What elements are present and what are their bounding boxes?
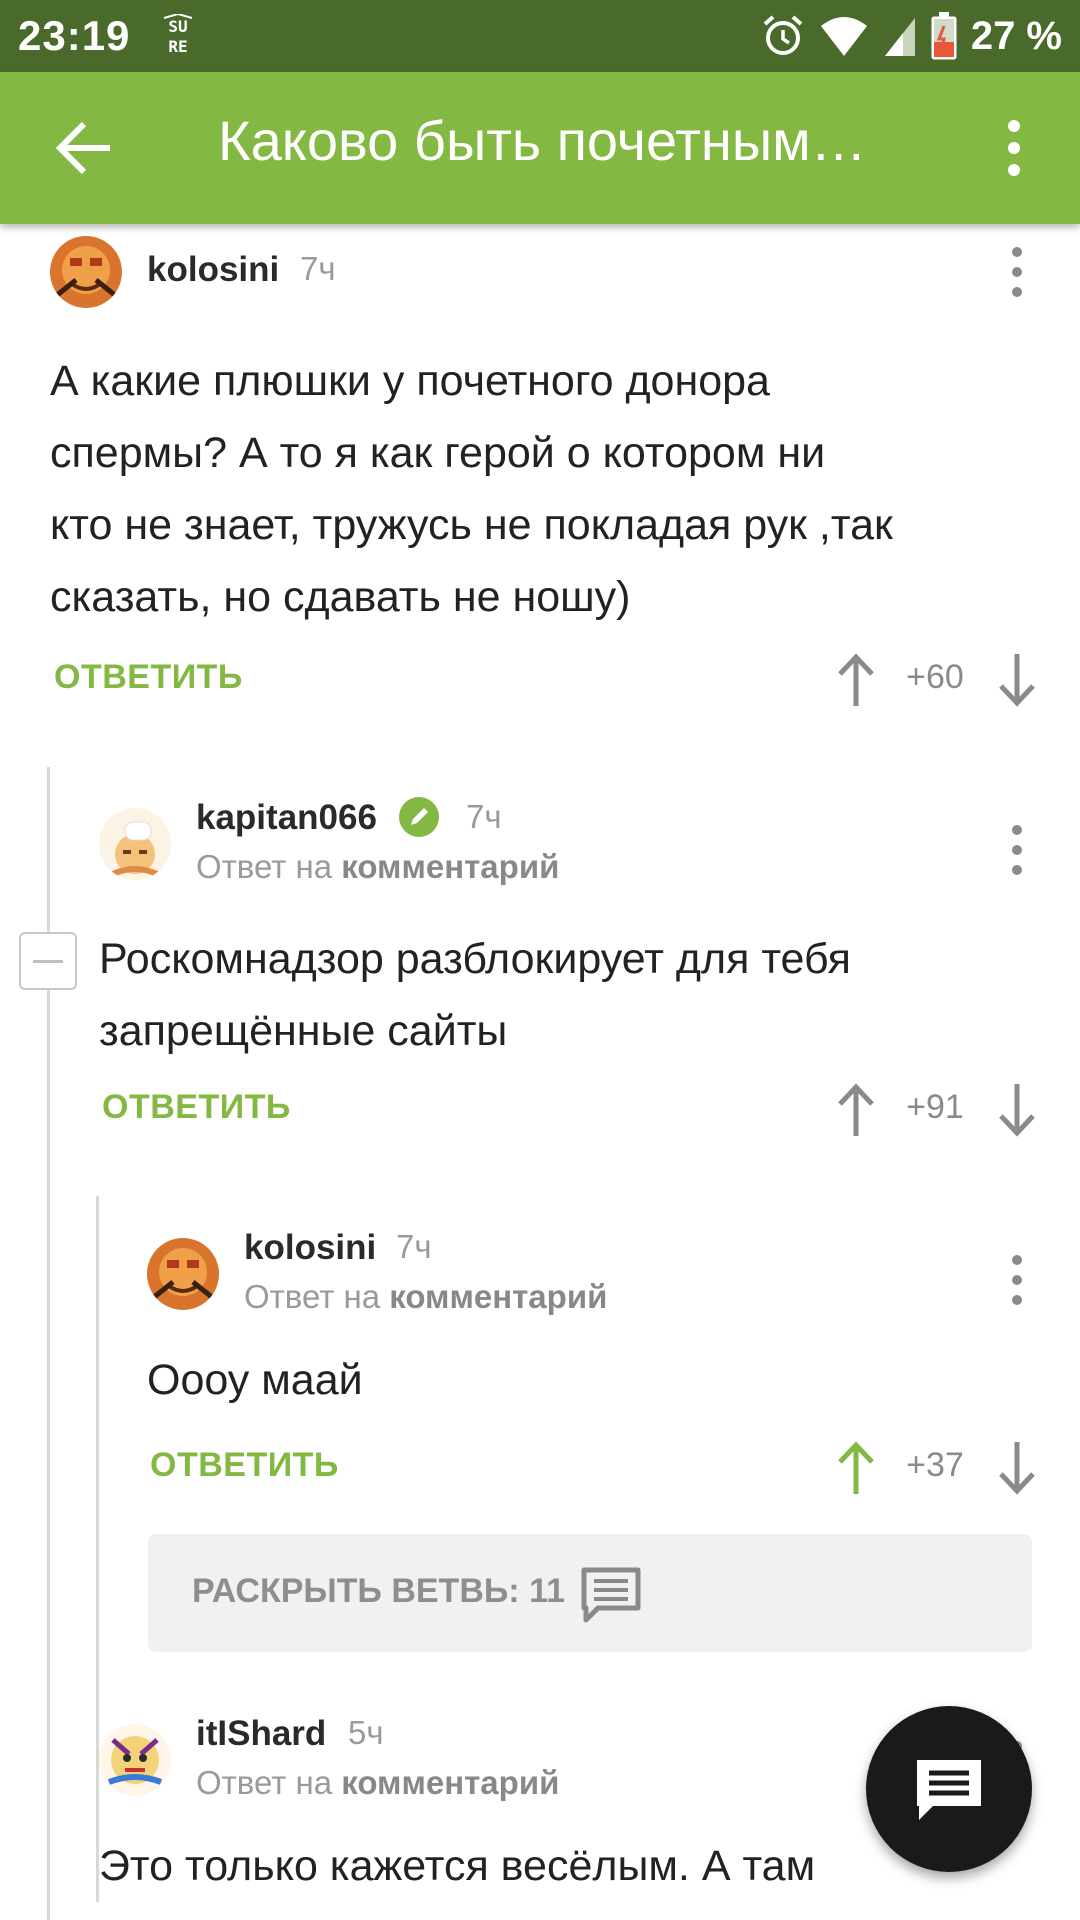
status-bar: 23:19 SU RE 27 % (0, 0, 1080, 72)
reply-to-link[interactable]: комментарий (389, 1278, 607, 1315)
comment-author[interactable]: kapitan066 (196, 798, 377, 838)
reply-to: Ответ на комментарий (196, 1764, 559, 1802)
reply-to-link[interactable]: комментарий (341, 1764, 559, 1801)
app-bar: Каково быть почетным… (0, 72, 1080, 224)
reply-to-link[interactable]: комментарий (341, 848, 559, 885)
avatar[interactable] (99, 808, 171, 880)
expand-branch-label: РАСКРЫТЬ ВЕТВЬ: 11 (192, 1572, 566, 1610)
reply-button[interactable]: ОТВЕТИТЬ (102, 1088, 291, 1127)
battery-icon (931, 12, 957, 60)
more-vert-icon[interactable] (994, 112, 1034, 184)
comment-time: 7ч (396, 1228, 432, 1265)
comment-text-line: Это только кажется весёлым. А там (99, 1842, 816, 1890)
page-title: Каково быть почетным… (218, 109, 867, 172)
downvote-icon[interactable] (997, 652, 1037, 708)
comment-time: 7ч (466, 798, 502, 835)
battery-percent: 27 % (970, 13, 1062, 58)
back-arrow-icon[interactable] (50, 112, 122, 184)
reply-to-prefix: Ответ на (244, 1278, 381, 1315)
comment-time: 5ч (348, 1714, 384, 1751)
comment-author[interactable]: kolosini (147, 250, 279, 290)
comment-menu-icon[interactable] (1002, 1250, 1032, 1310)
comment-menu-icon[interactable] (1002, 242, 1032, 302)
reply-to-prefix: Ответ на (196, 848, 333, 885)
wifi-icon (820, 17, 867, 56)
signal-icon (884, 18, 915, 56)
comment-score: +60 (906, 658, 964, 696)
downvote-icon[interactable] (997, 1440, 1037, 1496)
svg-text:RE: RE (168, 37, 187, 56)
comment-menu-icon[interactable] (1002, 820, 1032, 880)
comments-thread: kolosini 7ч А какие плюшки у почетного д… (0, 224, 1080, 1920)
status-time: 23:19 (18, 12, 131, 59)
expand-branch-button[interactable]: РАСКРЫТЬ ВЕТВЬ: 11 (148, 1534, 1032, 1652)
svg-text:SU: SU (168, 17, 187, 36)
upvote-icon[interactable] (836, 1440, 876, 1496)
comment-text-line: запрещённые сайты (99, 1007, 508, 1055)
thread-line-level-2 (96, 1196, 99, 1902)
upvote-icon[interactable] (836, 1082, 876, 1138)
upvote-icon[interactable] (836, 652, 876, 708)
sure-icon: SU RE (163, 14, 193, 56)
comment-score: +37 (906, 1446, 964, 1484)
reply-button[interactable]: ОТВЕТИТЬ (54, 658, 243, 697)
comment-author[interactable]: kolosini (244, 1228, 376, 1268)
comments-icon (581, 1567, 641, 1623)
reply-to: Ответ на комментарий (196, 848, 559, 886)
comment-author[interactable]: itIShard (196, 1714, 326, 1754)
alarm-icon (763, 15, 803, 55)
comment-text-line: кто не знает, тружусь не покладая рук ,т… (50, 501, 893, 549)
comment-score: +91 (906, 1088, 964, 1126)
comment-fab-icon (917, 1760, 981, 1820)
downvote-icon[interactable] (997, 1082, 1037, 1138)
comment-text-line: спермы? А то я как герой о котором ни (50, 429, 826, 477)
comment-text-line: сказать, но сдавать не ношу) (50, 573, 631, 621)
reply-to: Ответ на комментарий (244, 1278, 607, 1316)
collapse-branch-button[interactable] (19, 932, 77, 990)
avatar[interactable] (99, 1724, 171, 1796)
comment-text-line: Роскомнадзор разблокирует для тебя (99, 935, 851, 983)
reply-button[interactable]: ОТВЕТИТЬ (150, 1446, 339, 1485)
verified-icon (399, 797, 439, 837)
new-comment-fab[interactable] (866, 1706, 1032, 1872)
reply-to-prefix: Ответ на (196, 1764, 333, 1801)
comment-text-line: А какие плюшки у почетного донора (50, 357, 770, 405)
avatar[interactable] (147, 1238, 219, 1310)
comment-time: 7ч (300, 250, 336, 287)
avatar[interactable] (50, 236, 122, 308)
comment-text-line: Оооу маай (147, 1356, 363, 1404)
